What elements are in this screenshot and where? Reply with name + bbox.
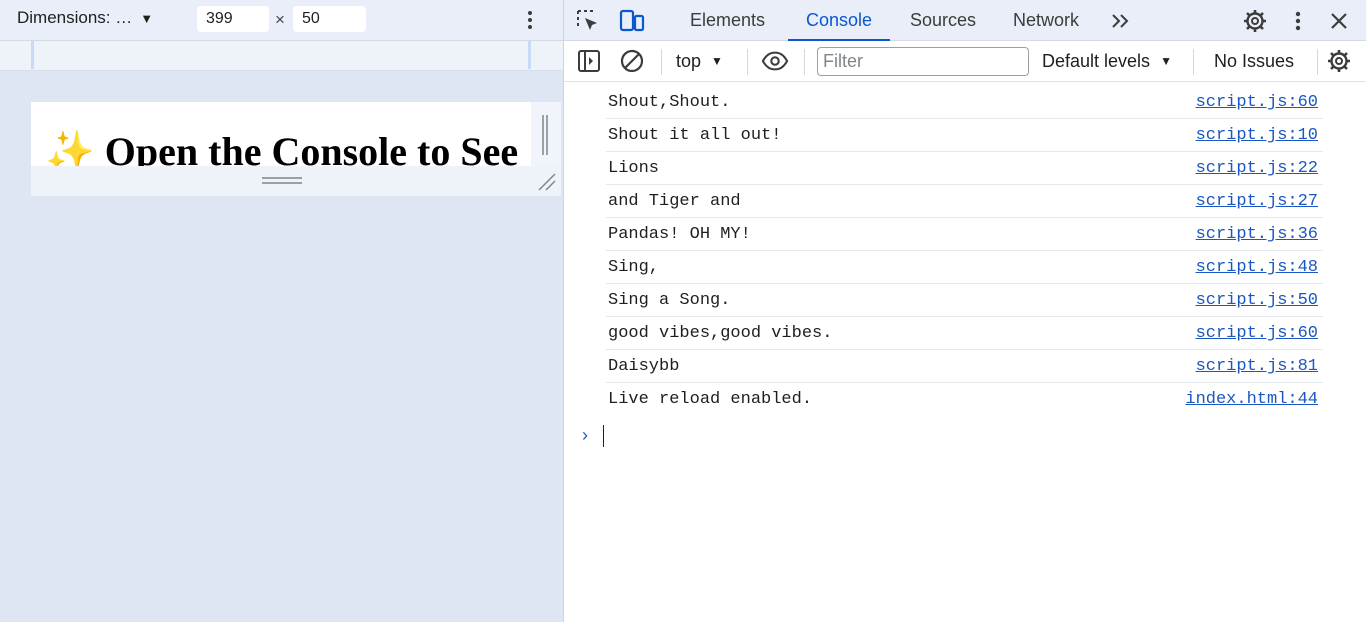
emulated-viewport: ✨ Open the Console to See bbox=[31, 102, 531, 166]
message-text: Sing, bbox=[608, 258, 660, 277]
console-message: Shout it all out! script.js:10 bbox=[606, 119, 1323, 152]
message-text: Shout it all out! bbox=[608, 126, 782, 145]
console-message: Lions script.js:22 bbox=[606, 152, 1323, 185]
caret-down-icon: ▼ bbox=[1160, 54, 1172, 68]
close-icon[interactable] bbox=[1325, 7, 1353, 35]
height-input[interactable] bbox=[293, 6, 366, 32]
context-label: top bbox=[676, 51, 702, 71]
prompt-chevron-icon: › bbox=[582, 425, 588, 445]
settings-gear-icon[interactable] bbox=[1241, 7, 1269, 35]
caret-down-icon: ▼ bbox=[711, 54, 723, 68]
console-message: good vibes,good vibes. script.js:60 bbox=[606, 317, 1323, 350]
issues-status[interactable]: No Issues bbox=[1214, 51, 1294, 72]
source-link[interactable]: script.js:36 bbox=[1196, 225, 1318, 244]
message-text: Sing a Song. bbox=[608, 291, 731, 310]
inspect-element-icon[interactable] bbox=[574, 7, 602, 35]
console-message: Shout,Shout. script.js:60 bbox=[606, 86, 1323, 119]
message-text: Lions bbox=[608, 159, 660, 178]
dimensions-label: Dimensions: … bbox=[17, 8, 133, 27]
page-heading: ✨ Open the Console to See bbox=[45, 129, 519, 166]
times-glyph: × bbox=[275, 10, 285, 29]
devtools-panel: Elements Console Sources Network top ▼ F… bbox=[563, 0, 1366, 622]
kebab-vertical-icon[interactable] bbox=[1284, 7, 1312, 35]
filter-input[interactable] bbox=[817, 47, 1029, 76]
source-link[interactable]: script.js:22 bbox=[1196, 159, 1318, 178]
console-message: Sing a Song. script.js:50 bbox=[606, 284, 1323, 317]
source-link[interactable]: script.js:10 bbox=[1196, 126, 1318, 145]
ruler-marker-right bbox=[528, 41, 531, 69]
ruler bbox=[0, 41, 563, 71]
corner-resize-icon[interactable] bbox=[535, 170, 557, 192]
ruler-marker-left bbox=[31, 41, 34, 69]
console-message: Daisybb script.js:81 bbox=[606, 350, 1323, 383]
source-link[interactable]: script.js:60 bbox=[1196, 93, 1318, 112]
context-dropdown[interactable]: top ▼ bbox=[676, 51, 723, 72]
console-message: Sing, script.js:48 bbox=[606, 251, 1323, 284]
tab-elements[interactable]: Elements bbox=[690, 0, 765, 41]
message-text: Pandas! OH MY! bbox=[608, 225, 751, 244]
device-toolbar-icon[interactable] bbox=[618, 7, 646, 35]
kebab-vertical-icon[interactable] bbox=[521, 8, 539, 32]
tab-network[interactable]: Network bbox=[1013, 0, 1079, 41]
eye-icon[interactable] bbox=[761, 47, 789, 75]
source-link[interactable]: script.js:60 bbox=[1196, 324, 1318, 343]
device-emulation-pane: Dimensions: … ▼ × ✨ Open the Console to … bbox=[0, 0, 563, 622]
sidebar-toggle-icon[interactable] bbox=[575, 47, 603, 75]
source-link[interactable]: script.js:48 bbox=[1196, 258, 1318, 277]
message-text: Live reload enabled. bbox=[608, 390, 813, 409]
right-resize-handle[interactable] bbox=[531, 102, 561, 166]
devtools-tabbar: Elements Console Sources Network bbox=[564, 0, 1366, 41]
console-log: Shout,Shout. script.js:60 Shout it all o… bbox=[564, 86, 1366, 416]
bottom-resize-handle[interactable] bbox=[31, 166, 561, 196]
log-levels-dropdown[interactable]: Default levels ▼ bbox=[1042, 51, 1172, 72]
tab-console[interactable]: Console bbox=[787, 0, 891, 41]
levels-label: Default levels bbox=[1042, 51, 1151, 71]
message-text: Daisybb bbox=[608, 357, 680, 376]
more-tabs-icon[interactable] bbox=[1107, 7, 1135, 35]
settings-gear-icon[interactable] bbox=[1325, 47, 1353, 75]
console-input[interactable] bbox=[602, 425, 1322, 447]
tab-sources[interactable]: Sources bbox=[910, 0, 976, 41]
console-toolbar: top ▼ Default levels ▼ No Issues bbox=[564, 41, 1366, 82]
message-text: Shout,Shout. bbox=[608, 93, 731, 112]
console-prompt[interactable]: › bbox=[582, 425, 1342, 447]
console-message: and Tiger and script.js:27 bbox=[606, 185, 1323, 218]
console-message: Live reload enabled. index.html:44 bbox=[606, 383, 1323, 416]
source-link[interactable]: script.js:50 bbox=[1196, 291, 1318, 310]
console-message: Pandas! OH MY! script.js:36 bbox=[606, 218, 1323, 251]
message-text: and Tiger and bbox=[608, 192, 741, 211]
caret-down-icon: ▼ bbox=[140, 10, 154, 26]
source-link[interactable]: script.js:81 bbox=[1196, 357, 1318, 376]
clear-console-icon[interactable] bbox=[618, 47, 646, 75]
device-toolbar: Dimensions: … ▼ × bbox=[0, 0, 563, 41]
dimensions-dropdown[interactable]: Dimensions: … ▼ bbox=[17, 8, 153, 28]
source-link[interactable]: script.js:27 bbox=[1196, 192, 1318, 211]
width-input[interactable] bbox=[197, 6, 269, 32]
message-text: good vibes,good vibes. bbox=[608, 324, 833, 343]
source-link[interactable]: index.html:44 bbox=[1185, 390, 1318, 409]
